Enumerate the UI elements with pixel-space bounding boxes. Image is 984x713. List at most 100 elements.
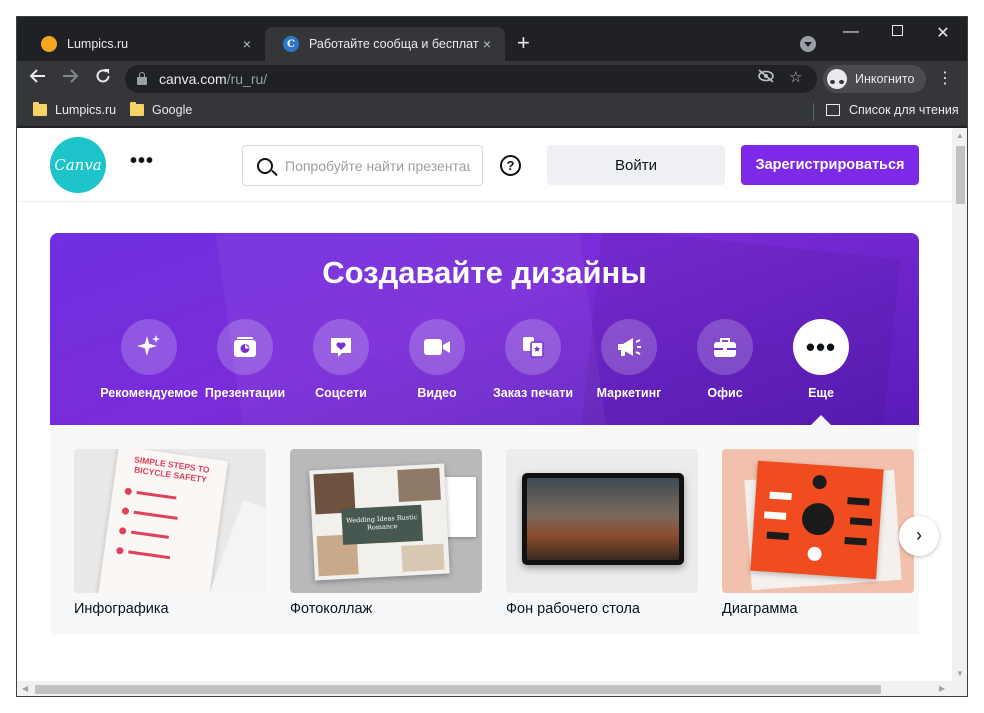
scroll-down-icon[interactable]: ▼ bbox=[956, 669, 964, 678]
eye-slash-icon bbox=[758, 69, 774, 83]
video-camera-icon bbox=[409, 319, 465, 375]
tab-search-icon[interactable] bbox=[800, 36, 816, 52]
design-types-carousel: SIMPLE STEPS TO BICYCLE SAFETY Инфографи… bbox=[50, 425, 919, 635]
category-video[interactable]: Видео bbox=[387, 319, 487, 400]
canva-favicon-icon: C bbox=[283, 36, 299, 52]
scroll-left-icon[interactable]: ◀ bbox=[22, 684, 28, 693]
bookmarks-bar: Lumpics.ru Google Список для чтения bbox=[17, 97, 967, 127]
tablet-frame bbox=[522, 473, 684, 565]
tab-strip: Lumpics.ru × C Работайте сообща и беспла… bbox=[17, 17, 967, 61]
browser-toolbar: canva.com/ru_ru/ ☆ Инкогнито ⋮ bbox=[17, 61, 967, 97]
sparkle-icon bbox=[121, 319, 177, 375]
incognito-icon bbox=[827, 69, 847, 89]
search-box[interactable] bbox=[242, 145, 483, 186]
incognito-badge[interactable]: Инкогнито bbox=[823, 65, 927, 93]
design-card-desktop-wallpaper[interactable]: Фон рабочего стола bbox=[506, 449, 698, 617]
minimize-button[interactable]: — bbox=[828, 23, 874, 41]
browser-window: Lumpics.ru × C Работайте сообща и беспла… bbox=[16, 16, 968, 697]
diagram-thumbnail bbox=[722, 449, 914, 593]
page-viewport: Canva ••• ? Войти Зарегистрироваться Соз… bbox=[17, 128, 952, 681]
infographic-page: SIMPLE STEPS TO BICYCLE SAFETY bbox=[98, 449, 228, 593]
bookmark-label: Google bbox=[152, 103, 193, 117]
reading-list-button[interactable]: Список для чтения bbox=[826, 103, 959, 117]
scrollbar-thumb[interactable] bbox=[956, 146, 965, 204]
banner-title: Создавайте дизайны bbox=[322, 255, 647, 290]
close-tab-icon[interactable]: × bbox=[479, 36, 495, 52]
vertical-scrollbar[interactable]: ▲ ▼ bbox=[952, 128, 967, 681]
design-card-photo-collage[interactable]: Wedding Ideas Rustic Romance Фотоколлаж bbox=[290, 449, 482, 617]
search-input[interactable] bbox=[285, 157, 470, 174]
back-button[interactable] bbox=[25, 66, 51, 92]
login-button[interactable]: Войти bbox=[547, 145, 725, 185]
url-path: /ru_ru/ bbox=[226, 71, 268, 87]
photo-collage-thumbnail: Wedding Ideas Rustic Romance bbox=[290, 449, 482, 593]
scroll-up-icon[interactable]: ▲ bbox=[956, 131, 964, 140]
category-print[interactable]: Заказ печати bbox=[483, 319, 583, 400]
divider bbox=[813, 103, 814, 121]
close-tab-icon[interactable]: × bbox=[239, 36, 255, 52]
canva-logo[interactable]: Canva bbox=[50, 137, 106, 193]
horizontal-scrollbar[interactable]: ◀ ▶ bbox=[17, 681, 967, 696]
category-label: Соцсети bbox=[315, 386, 367, 400]
reading-list-icon bbox=[826, 104, 840, 116]
lumpics-favicon-icon bbox=[41, 36, 57, 52]
carousel-next-button[interactable]: › bbox=[899, 516, 939, 556]
forward-button[interactable] bbox=[57, 66, 83, 92]
header-divider bbox=[17, 201, 952, 202]
bookmark-star-icon[interactable]: ☆ bbox=[789, 68, 802, 86]
tab-title: Работайте сообща и бесплатно bbox=[309, 37, 479, 51]
design-card-diagram[interactable]: Диаграмма bbox=[722, 449, 914, 617]
more-menu-icon[interactable]: ••• bbox=[130, 150, 154, 173]
infographic-thumbnail: SIMPLE STEPS TO BICYCLE SAFETY bbox=[74, 449, 266, 593]
category-label: Еще bbox=[808, 386, 834, 400]
scroll-right-icon[interactable]: ▶ bbox=[939, 684, 945, 693]
category-recommended[interactable]: Рекомендуемое bbox=[99, 319, 199, 400]
help-icon[interactable]: ? bbox=[500, 155, 521, 176]
reload-icon bbox=[96, 69, 110, 83]
reload-button[interactable] bbox=[90, 66, 116, 92]
category-label: Рекомендуемое bbox=[100, 386, 198, 400]
category-label: Видео bbox=[417, 386, 457, 400]
browser-menu-icon[interactable]: ⋮ bbox=[937, 69, 953, 89]
signup-button[interactable]: Зарегистрироваться bbox=[741, 145, 919, 185]
folder-icon bbox=[33, 102, 47, 116]
category-more[interactable]: ••• Еще bbox=[771, 319, 871, 400]
briefcase-icon bbox=[697, 319, 753, 375]
arrow-right-icon bbox=[63, 69, 79, 83]
tab-canva[interactable]: C Работайте сообща и бесплатно × bbox=[265, 27, 505, 61]
close-window-button[interactable]: ✕ bbox=[920, 23, 966, 43]
collage-card: Wedding Ideas Rustic Romance bbox=[309, 463, 450, 581]
category-label: Офис bbox=[707, 386, 743, 400]
scrollbar-thumb[interactable] bbox=[35, 685, 881, 694]
tracking-blocked-icon[interactable] bbox=[757, 69, 775, 87]
incognito-label: Инкогнито bbox=[855, 72, 915, 86]
print-icon bbox=[505, 319, 561, 375]
card-label: Фотоколлаж bbox=[290, 601, 373, 617]
search-icon bbox=[257, 157, 273, 174]
design-card-infographic[interactable]: SIMPLE STEPS TO BICYCLE SAFETY Инфографи… bbox=[74, 449, 266, 617]
maximize-icon bbox=[891, 25, 903, 36]
mindmap-poster bbox=[750, 460, 884, 580]
bookmark-google[interactable]: Google bbox=[130, 102, 193, 117]
category-social[interactable]: Соцсети bbox=[291, 319, 391, 400]
tab-title: Lumpics.ru bbox=[67, 37, 129, 51]
bookmark-lumpics[interactable]: Lumpics.ru bbox=[33, 102, 116, 117]
lock-icon bbox=[137, 72, 147, 85]
heart-chat-icon bbox=[313, 319, 369, 375]
category-marketing[interactable]: Маркетинг bbox=[579, 319, 679, 400]
new-tab-button[interactable]: + bbox=[517, 31, 530, 55]
category-label: Презентации bbox=[204, 386, 286, 400]
category-presentations[interactable]: Презентации bbox=[195, 319, 295, 400]
url-host: canva.com bbox=[159, 71, 227, 87]
category-label: Маркетинг bbox=[596, 386, 662, 400]
address-bar[interactable]: canva.com/ru_ru/ ☆ bbox=[125, 65, 817, 93]
selected-category-pointer bbox=[811, 415, 831, 425]
tab-lumpics[interactable]: Lumpics.ru × bbox=[23, 27, 265, 61]
infographic-heading: SIMPLE STEPS TO BICYCLE SAFETY bbox=[133, 454, 211, 485]
desktop-wallpaper-thumbnail bbox=[506, 449, 698, 593]
card-label: Инфографика bbox=[74, 601, 169, 617]
category-office[interactable]: Офис bbox=[675, 319, 775, 400]
card-label: Фон рабочего стола bbox=[506, 601, 640, 617]
maximize-button[interactable] bbox=[874, 23, 920, 41]
wallpaper-landscape bbox=[527, 478, 679, 560]
